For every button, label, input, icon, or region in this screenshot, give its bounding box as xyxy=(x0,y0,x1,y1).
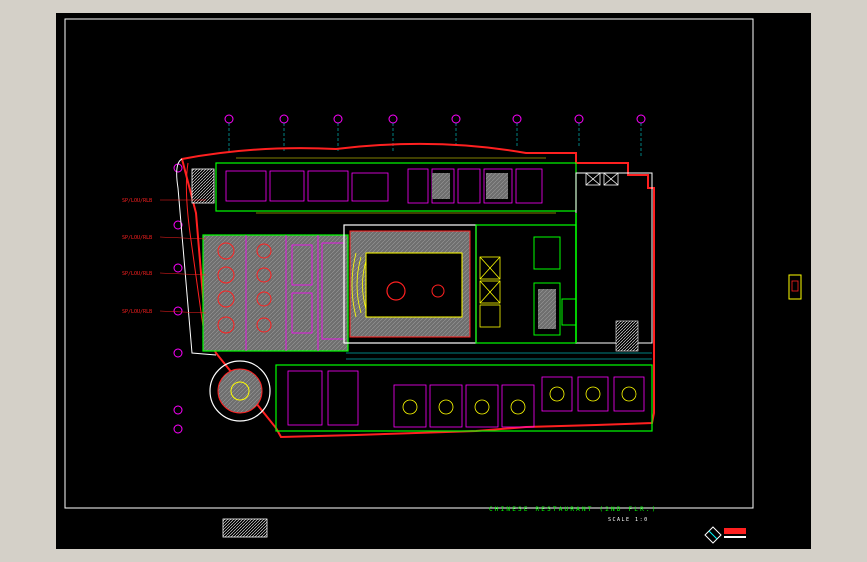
plan-annotation: SP/LOU/RLB xyxy=(122,309,152,315)
east-lifts xyxy=(479,256,501,328)
private-room-tables xyxy=(402,386,637,415)
round-vip-room-inner xyxy=(217,368,263,414)
grid-bubbles-top xyxy=(224,114,646,124)
grid-bubble-icon xyxy=(512,114,522,124)
grid-bubble-icon xyxy=(333,114,343,124)
drawing-title: CHINESE RESTAURANT (2ND FLR.) xyxy=(489,506,658,513)
plan-annotation: SP/LOU/RLB xyxy=(122,198,152,204)
east-lift-pair xyxy=(585,172,619,186)
central-stage xyxy=(365,252,463,318)
cad-viewport[interactable]: SP/LOU/RLB SP/LOU/RLB SP/LOU/RLB SP/LOU/… xyxy=(56,13,811,549)
annotations-left: SP/LOU/RLB SP/LOU/RLB SP/LOU/RLB SP/LOU/… xyxy=(122,198,152,315)
grid-bubble-icon xyxy=(279,114,289,124)
north-lift-hatches xyxy=(432,173,508,199)
east-hatch-block xyxy=(538,289,556,329)
grid-bubble-icon xyxy=(173,263,183,273)
detail-marker-right-inner xyxy=(791,280,799,292)
grid-bubble-icon xyxy=(451,114,461,124)
grid-bubble-icon xyxy=(173,306,183,316)
grid-bubble-icon xyxy=(388,114,398,124)
east-core xyxy=(475,224,577,344)
hatch-legend-icon xyxy=(222,518,268,538)
floor-plan-drawing[interactable]: SP/LOU/RLB SP/LOU/RLB SP/LOU/RLB SP/LOU/… xyxy=(56,13,811,549)
dining-hall-west xyxy=(202,234,349,352)
grid-bubble-icon xyxy=(173,405,183,415)
grid-bubble-icon xyxy=(574,114,584,124)
grid-bubble-icon xyxy=(224,114,234,124)
stair-left xyxy=(191,168,215,204)
grid-bubble-icon xyxy=(636,114,646,124)
east-service-wing xyxy=(575,172,653,344)
detail-marker-right xyxy=(788,274,802,300)
grid-bubble-icon xyxy=(173,348,183,358)
company-logo-icon xyxy=(704,526,746,544)
grid-bubble-icon xyxy=(173,424,183,434)
private-rooms xyxy=(287,370,645,428)
drawing-scale: SCALE 1:0 xyxy=(608,517,649,523)
plan-annotation: SP/LOU/RLB xyxy=(122,271,152,277)
grid-bubbles-left xyxy=(173,163,183,434)
east-stair xyxy=(615,320,639,352)
south-private-rooms-band xyxy=(275,364,653,432)
grid-lines-top xyxy=(228,123,642,158)
plan-annotation: SP/LOU/RLB xyxy=(122,235,152,241)
south-corridor-lines xyxy=(346,352,652,360)
